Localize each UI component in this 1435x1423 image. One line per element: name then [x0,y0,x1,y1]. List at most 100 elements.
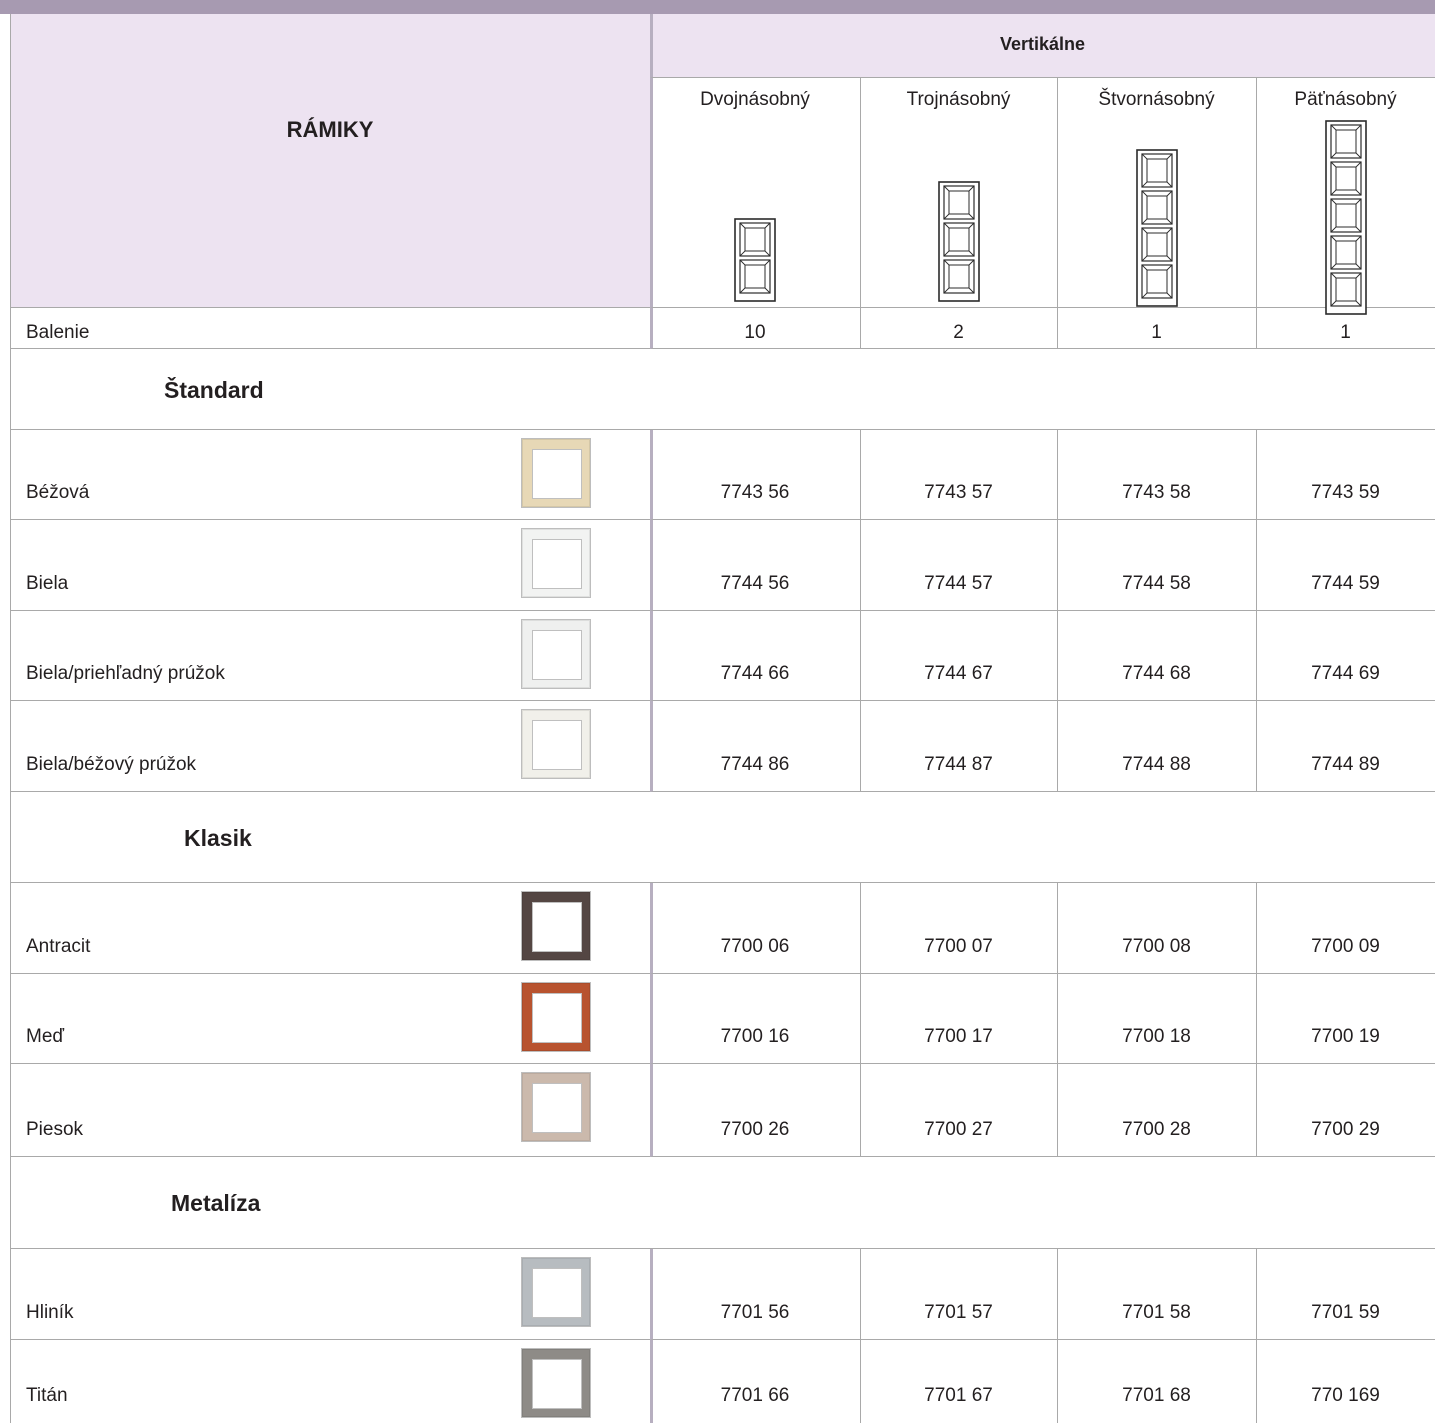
color-swatch [521,1257,591,1327]
packaging-value: 10 [744,322,766,343]
product-code: 7744 56 [720,573,790,594]
code-cell [860,611,1057,701]
swatch-opening [532,1083,582,1133]
product-code: 7744 68 [1122,663,1191,684]
product-code: 7701 68 [1122,1385,1191,1406]
code-cell [650,520,860,611]
swatch-opening [532,1359,582,1409]
product-code: 7744 67 [924,663,993,684]
code-cell [1057,520,1256,611]
code-cell [1057,974,1256,1064]
product-code: 7700 18 [1122,1026,1191,1047]
product-name: Béžová [26,482,90,503]
code-cell [1256,1249,1435,1340]
code-cell [1256,611,1435,701]
code-cell [1057,883,1256,974]
swatch-opening [532,539,582,589]
color-swatch [521,619,591,689]
code-cell [1256,974,1435,1064]
section-title: Klasik [184,824,252,851]
product-code: 7744 86 [720,754,790,775]
code-cell [860,430,1057,520]
product-name: Antracit [26,936,91,957]
code-cell [1256,701,1435,792]
code-cell [860,1249,1057,1340]
product-code: 7701 56 [720,1302,790,1323]
product-code: 7743 56 [720,482,790,503]
swatch-opening [532,1268,582,1318]
product-code: 7700 07 [924,936,993,957]
table-title: RÁMIKY [286,117,374,142]
code-cell [1256,520,1435,611]
header-title-cell [10,14,650,308]
code-cell [650,430,860,520]
packaging-value: 1 [1151,322,1162,343]
code-cell [650,611,860,701]
code-cell [860,883,1057,974]
frame-illustration-3-gang [937,181,980,302]
product-code: 7701 57 [924,1302,993,1323]
product-name: Titán [26,1385,68,1406]
code-cell [860,701,1057,792]
column-header-label: Štvornásobný [1098,89,1215,110]
code-cell [1256,430,1435,520]
code-cell [1057,611,1256,701]
product-code: 7701 66 [720,1385,790,1406]
product-code: 7700 08 [1122,936,1191,957]
product-name: Biela/priehľadný prúžok [26,663,225,684]
color-swatch [521,1072,591,1142]
code-cell [860,520,1057,611]
product-code: 7744 89 [1311,754,1380,775]
packaging-value: 2 [953,322,964,343]
swatch-opening [532,720,582,770]
code-cell [1256,1064,1435,1157]
product-code: 7700 27 [924,1119,993,1140]
product-code: 7700 26 [720,1119,790,1140]
color-swatch [521,982,591,1052]
top-color-bar [0,0,1435,14]
product-name: Biela [26,573,69,594]
swatch-opening [532,902,582,952]
product-name: Piesok [26,1119,84,1140]
color-swatch [521,1348,591,1418]
code-cell [650,1249,860,1340]
swatch-opening [532,449,582,499]
product-code: 7743 59 [1311,482,1380,503]
swatch-opening [532,630,582,680]
product-code: 7700 19 [1311,1026,1380,1047]
product-code: 7744 87 [924,754,993,775]
code-cell [650,974,860,1064]
frame-illustration-5-gang [1324,120,1367,315]
code-cell [1256,883,1435,974]
color-swatch [521,891,591,961]
product-code: 7744 59 [1311,573,1380,594]
column-header-label: Päťnásobný [1294,89,1397,110]
product-code: 7744 57 [924,573,993,594]
product-code: 7744 88 [1122,754,1191,775]
section-title: Štandard [164,376,264,403]
column-header-label: Trojnásobný [906,89,1011,110]
code-cell [1057,701,1256,792]
code-cell [650,701,860,792]
group-label: Vertikálne [999,34,1086,54]
frame-illustration-4-gang [1135,149,1178,307]
section-title: Metalíza [171,1190,261,1216]
code-cell [1057,1064,1256,1157]
product-name: Hliník [26,1302,74,1323]
code-cell [1057,1340,1256,1423]
product-code: 7701 58 [1122,1302,1191,1323]
product-code: 7700 17 [924,1026,993,1047]
packaging-value: 1 [1340,322,1351,343]
product-code: 7744 58 [1122,573,1191,594]
code-cell [860,974,1057,1064]
product-code: 770 169 [1311,1385,1380,1406]
column-header-label: Dvojnásobný [700,89,810,110]
product-code: 7700 29 [1311,1119,1380,1140]
product-code: 7744 66 [720,663,790,684]
product-code: 7701 67 [924,1385,993,1406]
product-code: 7700 09 [1311,936,1380,957]
color-swatch [521,709,591,779]
product-code: 7743 58 [1122,482,1191,503]
packaging-label: Balenie [26,322,90,343]
color-swatch [521,438,591,508]
